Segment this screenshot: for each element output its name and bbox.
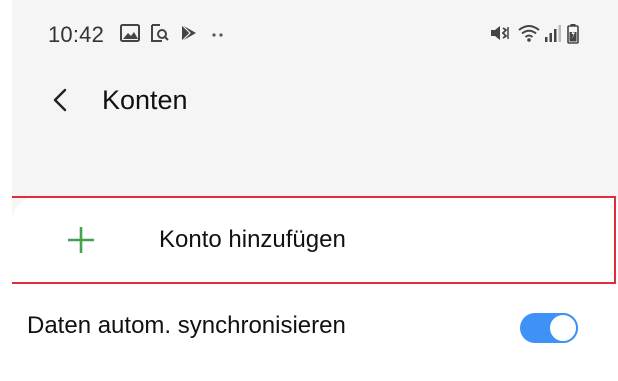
app-header: Konten xyxy=(12,72,618,132)
plus-icon xyxy=(67,226,95,254)
status-bar: 10:42 xyxy=(12,0,618,64)
status-time: 10:42 xyxy=(48,22,105,47)
page-title: Konten xyxy=(102,85,188,115)
back-button[interactable] xyxy=(40,80,80,124)
toggle-knob xyxy=(548,313,578,343)
auto-sync-item[interactable]: Daten autom. synchronisieren xyxy=(12,294,618,356)
play-store-icon xyxy=(180,24,198,42)
accounts-list-card: Konto hinzufügen Daten autom. synchronis… xyxy=(12,196,618,356)
chevron-left-icon xyxy=(53,88,67,117)
screenshot-icon xyxy=(150,24,170,42)
add-account-item[interactable]: Konto hinzufügen xyxy=(12,196,618,286)
battery-icon xyxy=(567,24,579,44)
auto-sync-toggle[interactable] xyxy=(520,313,580,343)
mute-vibrate-icon xyxy=(490,24,510,42)
gallery-icon xyxy=(120,24,140,42)
wifi-icon xyxy=(518,24,540,42)
signal-icon xyxy=(545,24,561,42)
add-account-label: Konto hinzufügen xyxy=(159,226,346,253)
phone-screen: 10:42 Konten Konto hinzufügen Daten auto… xyxy=(12,0,618,356)
auto-sync-label: Daten autom. synchronisieren xyxy=(27,312,346,339)
more-dots-icon xyxy=(212,33,226,37)
